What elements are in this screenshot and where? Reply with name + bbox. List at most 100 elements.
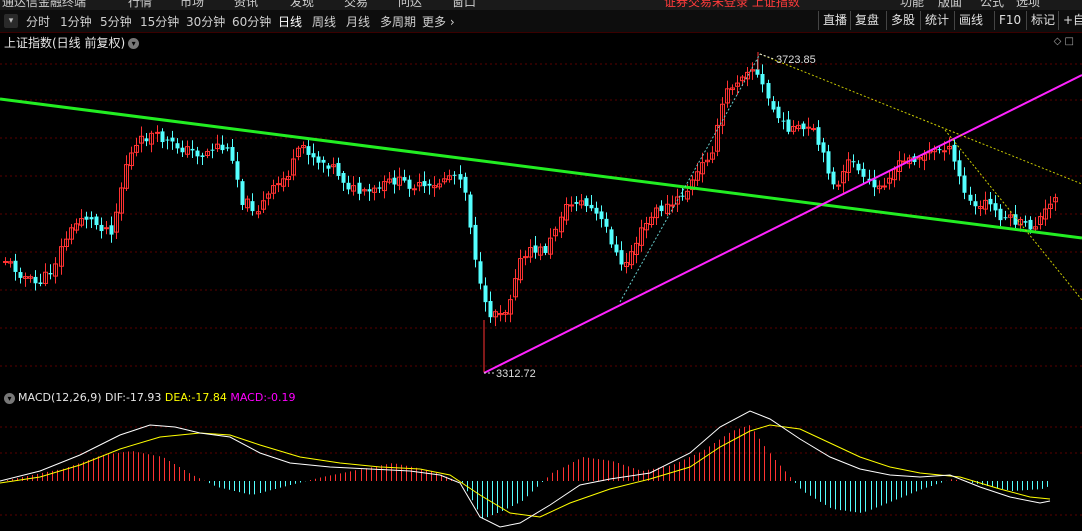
candle-body-down bbox=[861, 168, 866, 177]
candle-body-up bbox=[155, 131, 160, 134]
candle-body-down bbox=[831, 171, 836, 185]
menu-bar: 通达信金融终端 行情 市场 资讯 发现 交易 问达 窗口 功能 版面 公式 选项 证券交易未登录 上证指… bbox=[0, 0, 1082, 10]
toolbar-button[interactable]: 画线 bbox=[954, 11, 987, 30]
candle-body-down bbox=[48, 273, 53, 275]
candle-body-down bbox=[235, 161, 240, 180]
toolbar-button[interactable]: 标记 bbox=[1026, 11, 1059, 30]
candle-body-down bbox=[357, 182, 362, 194]
candle-body-down bbox=[952, 144, 957, 162]
period-button[interactable]: 15分钟 bbox=[140, 13, 179, 30]
candle-body-down bbox=[968, 194, 973, 201]
menu-item[interactable]: 交易 bbox=[344, 0, 368, 10]
period-button[interactable]: 分时 bbox=[26, 13, 50, 30]
menu-item[interactable]: 版面 bbox=[938, 0, 962, 10]
high-label: 3723.85 bbox=[776, 54, 816, 66]
candle-body-down bbox=[609, 229, 614, 245]
menu-item[interactable]: 窗口 bbox=[452, 0, 476, 10]
square-icon[interactable]: □ bbox=[1065, 36, 1074, 47]
candle-body-up bbox=[942, 150, 947, 153]
toolbar-button[interactable]: 直播 bbox=[818, 11, 851, 30]
chart-corner-icons: ◇ □ bbox=[1054, 36, 1074, 47]
period-button[interactable]: 5分钟 bbox=[100, 13, 132, 30]
candle-body-up bbox=[569, 204, 574, 207]
candle-body-down bbox=[483, 285, 488, 303]
candle-body-down bbox=[816, 127, 821, 145]
candle-body-down bbox=[760, 73, 765, 85]
candle-body-up bbox=[3, 260, 8, 263]
candle-body-down bbox=[306, 146, 311, 155]
candle-body-down bbox=[190, 148, 195, 151]
kline-chart[interactable]: 3723.85 3312.72 bbox=[0, 50, 1082, 385]
toolbar-button[interactable]: +自 bbox=[1058, 11, 1082, 30]
candle-body-down bbox=[165, 139, 170, 141]
period-button[interactable]: 日线 bbox=[278, 13, 302, 30]
dea-label: DEA: bbox=[164, 391, 192, 404]
candle-body-down bbox=[856, 163, 861, 171]
candle-body-down bbox=[468, 194, 473, 228]
candle-body-down bbox=[392, 177, 397, 185]
candle-body-down bbox=[13, 260, 18, 272]
candle-body-down bbox=[599, 211, 604, 220]
toolbar-button[interactable]: 复盘 bbox=[850, 11, 883, 30]
macd-value-label: MACD: bbox=[230, 391, 268, 404]
candle-body-down bbox=[311, 153, 316, 158]
candle-body-down bbox=[250, 201, 255, 212]
period-button[interactable]: 周线 bbox=[312, 13, 336, 30]
menu-item[interactable]: 公式 bbox=[980, 0, 1004, 10]
menu-item[interactable]: 问达 bbox=[398, 0, 422, 10]
menu-item[interactable]: 通达信金融终端 bbox=[2, 0, 86, 10]
toolbar-button[interactable]: 多股 bbox=[886, 11, 919, 30]
candle-body-down bbox=[336, 162, 341, 176]
login-notice[interactable]: 证券交易未登录 上证指数 bbox=[664, 0, 800, 10]
high-pointer bbox=[759, 53, 775, 60]
candle-body-up bbox=[811, 128, 816, 131]
menu-item[interactable]: 行情 bbox=[128, 0, 152, 10]
candle-body-down bbox=[614, 244, 619, 253]
period-button[interactable]: 更多 › bbox=[422, 13, 455, 30]
candle-body-down bbox=[826, 151, 831, 174]
period-button[interactable]: 多周期 bbox=[380, 13, 416, 30]
candle-body-down bbox=[463, 176, 468, 193]
candle-body-down bbox=[766, 83, 771, 99]
chevron-down-icon[interactable]: ▾ bbox=[4, 392, 15, 404]
candle-body-down bbox=[473, 224, 478, 260]
menu-item[interactable]: 资讯 bbox=[234, 0, 258, 10]
candle-body-down bbox=[851, 161, 856, 163]
toolbar-button[interactable]: 统计 bbox=[920, 11, 953, 30]
toolbar-button[interactable]: F10 bbox=[994, 11, 1025, 30]
chevron-down-icon[interactable]: ▾ bbox=[128, 38, 140, 49]
dif-label: DIF: bbox=[105, 391, 126, 404]
macd-info: ▾ MACD(12,26,9) DIF:-17.93 DEA:-17.84 MAC… bbox=[4, 391, 296, 404]
candle-body-down bbox=[175, 143, 180, 149]
candle-body-down bbox=[872, 179, 877, 188]
menu-item[interactable]: 发现 bbox=[290, 0, 314, 10]
candle-body-down bbox=[533, 245, 538, 253]
menu-item[interactable]: 市场 bbox=[180, 0, 204, 10]
candle-body-down bbox=[993, 203, 998, 211]
candle-body-down bbox=[321, 159, 326, 163]
candle-body-down bbox=[33, 276, 38, 284]
candle-body-down bbox=[988, 198, 993, 205]
candle-body-down bbox=[604, 218, 609, 227]
candle-body-down bbox=[170, 137, 175, 142]
period-button[interactable]: 月线 bbox=[346, 13, 370, 30]
cyan-guide-line bbox=[619, 53, 761, 303]
candle-body-down bbox=[821, 142, 826, 153]
candle-body-down bbox=[786, 119, 791, 132]
macd-chart[interactable] bbox=[0, 405, 1082, 531]
period-button[interactable]: 60分钟 bbox=[232, 13, 271, 30]
dif-value: -17.93 bbox=[125, 391, 162, 404]
period-button[interactable]: 30分钟 bbox=[186, 13, 225, 30]
candle-body-down bbox=[1003, 217, 1008, 219]
dropdown-icon[interactable]: ▾ bbox=[4, 14, 18, 28]
chart-title: 上证指数(日线 前复权) ▾ bbox=[4, 34, 140, 51]
candle-body-down bbox=[94, 216, 99, 226]
candle-body-down bbox=[998, 208, 1003, 221]
menu-item[interactable]: 功能 bbox=[900, 0, 924, 10]
period-button[interactable]: 1分钟 bbox=[60, 13, 92, 30]
candle-body-down bbox=[240, 181, 245, 205]
menu-item[interactable]: 选项 bbox=[1016, 0, 1040, 10]
candle-body-down bbox=[937, 149, 942, 151]
diamond-icon[interactable]: ◇ bbox=[1054, 36, 1062, 47]
candle-body-down bbox=[659, 205, 664, 212]
